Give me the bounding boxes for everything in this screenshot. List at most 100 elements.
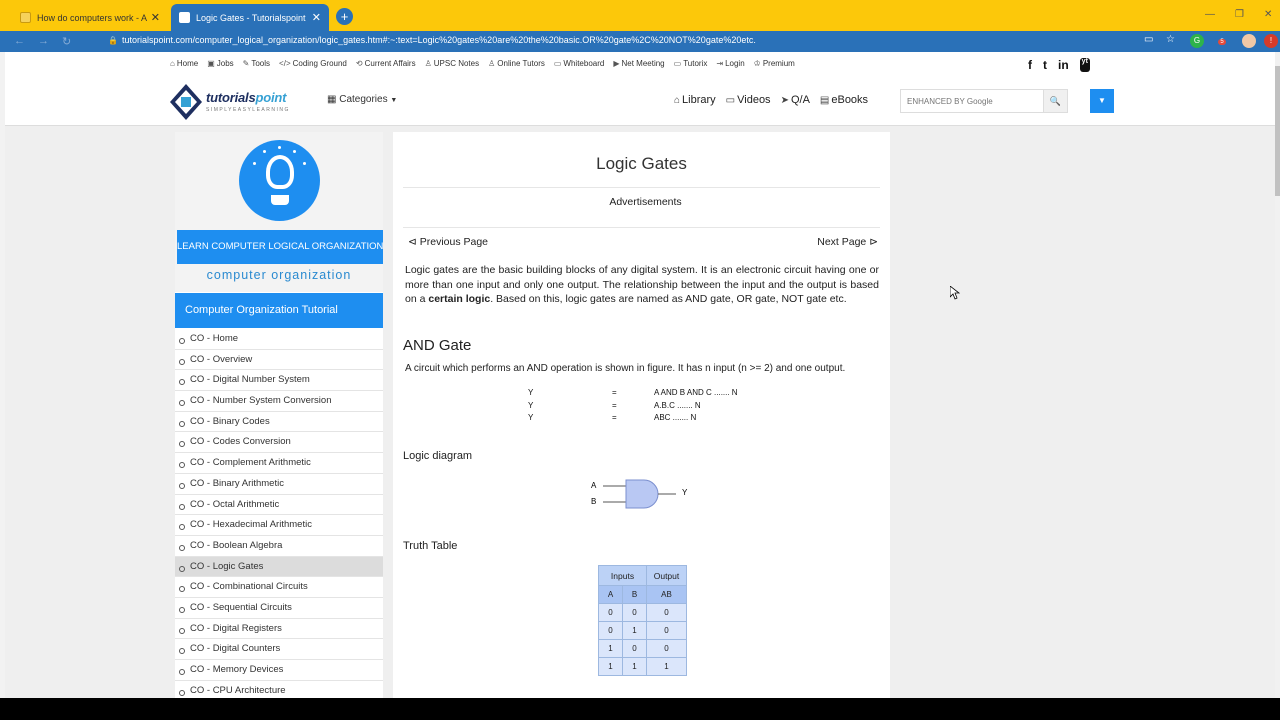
twitter-icon[interactable]: t: [1043, 58, 1047, 72]
social-links: f t in yt: [1028, 58, 1090, 72]
refresh-icon: ⟲: [355, 59, 363, 68]
jobs-link[interactable]: ▣ Jobs: [207, 59, 233, 68]
book-icon: ▤: [819, 95, 830, 106]
table-cell: 0: [646, 639, 687, 658]
search-box: 🔍: [900, 89, 1068, 113]
online-tutors-link[interactable]: ♙ Online Tutors: [488, 59, 545, 68]
videos-link[interactable]: ▭ Videos: [726, 94, 771, 106]
qa-link[interactable]: ➤ Q/A: [781, 94, 810, 106]
sidebar-item[interactable]: CO - Boolean Algebra: [175, 536, 383, 557]
table-row: 100: [598, 639, 687, 658]
sidebar-item[interactable]: CO - Digital Number System: [175, 370, 383, 392]
profile-avatar[interactable]: [1242, 34, 1256, 48]
input-a-label: A: [591, 481, 597, 490]
cast-icon[interactable]: ▭: [1144, 34, 1153, 45]
sidebar-item[interactable]: CO - Number System Conversion: [175, 391, 383, 412]
column-header: A: [598, 585, 623, 604]
grammarly-icon[interactable]: G: [1190, 34, 1204, 48]
logo-text: tutorialspoint: [206, 90, 286, 105]
previous-page-link[interactable]: ⊲ Previous Page: [408, 236, 488, 248]
net-meeting-link[interactable]: ▶ Net Meeting: [613, 59, 664, 68]
and-gate-diagram: A B Y: [586, 474, 696, 514]
sidebar-item[interactable]: CO - Complement Arithmetic: [175, 453, 383, 474]
sidebar-item[interactable]: CO - Octal Arithmetic: [175, 495, 383, 516]
tutorix-link[interactable]: ▭ Tutorix: [674, 59, 708, 68]
dropdown-toggle-button[interactable]: ▼: [1090, 89, 1114, 113]
sidebar-item[interactable]: CO - CPU Architecture: [175, 681, 383, 698]
column-header: AB: [646, 585, 687, 604]
user-icon: ♙: [424, 59, 432, 68]
atom-favicon-icon: [20, 12, 31, 23]
main-menu: ⌂ Library ▭ Videos ➤ Q/A ▤ eBooks: [674, 94, 868, 106]
caret-down-icon: ▼: [1098, 96, 1106, 105]
close-tab-icon[interactable]: ✕: [151, 11, 160, 24]
sidebar-item[interactable]: CO - Codes Conversion: [175, 432, 383, 454]
premium-link[interactable]: ♔ Premium: [754, 59, 795, 68]
categories-dropdown[interactable]: ▦ Categories ▼: [327, 94, 397, 105]
home-link[interactable]: ⌂ Home: [170, 59, 198, 68]
close-tab-icon[interactable]: ✕: [312, 11, 321, 24]
coding-ground-link[interactable]: </> Coding Ground: [279, 59, 347, 68]
current-affairs-link[interactable]: ⟲ Current Affairs: [356, 59, 416, 68]
reload-icon[interactable]: ↻: [62, 35, 71, 48]
tab-title: Logic Gates - Tutorialspoint: [196, 12, 306, 23]
next-page-link[interactable]: Next Page ⊳: [817, 236, 878, 248]
divider: [403, 187, 880, 188]
scrollbar-thumb[interactable]: [1275, 66, 1280, 196]
sidebar-item[interactable]: CO - Sequential Circuits: [175, 598, 383, 619]
ebooks-link[interactable]: ▤ eBooks: [820, 94, 868, 106]
login-link[interactable]: ⇥ Login: [716, 59, 744, 68]
page-scrollbar[interactable]: [1275, 52, 1280, 698]
link-label: Net Meeting: [621, 59, 665, 68]
sidebar-item[interactable]: CO - Hexadecimal Arithmetic: [175, 515, 383, 536]
bookmark-star-icon[interactable]: ☆: [1166, 34, 1175, 45]
output-header: Output: [646, 565, 687, 586]
grid-icon: ▦: [327, 94, 337, 105]
equation-eq: =: [612, 413, 617, 423]
youtube-icon[interactable]: yt: [1079, 58, 1090, 72]
site-logo[interactable]: tutorialspoint SIMPLYEASYLEARNING: [168, 82, 313, 122]
facebook-icon[interactable]: f: [1028, 58, 1032, 72]
table-cell: 1: [622, 657, 647, 676]
search-button[interactable]: 🔍: [1043, 90, 1067, 112]
intro-paragraph: Logic gates are the basic building block…: [405, 263, 879, 307]
sidebar-item[interactable]: CO - Overview: [175, 350, 383, 371]
sidebar-item[interactable]: CO - Digital Counters: [175, 639, 383, 660]
menu-icon[interactable]: !: [1264, 34, 1278, 48]
sidebar-item[interactable]: CO - Binary Arithmetic: [175, 474, 383, 495]
advertisements-label: Advertisements: [609, 196, 682, 208]
login-icon: ⇥: [716, 59, 724, 68]
back-icon[interactable]: ←: [14, 35, 25, 47]
new-tab-button[interactable]: +: [336, 8, 353, 25]
search-input[interactable]: [901, 90, 1042, 112]
sidebar-item[interactable]: CO - Combinational Circuits: [175, 577, 383, 598]
table-cell: 0: [622, 603, 647, 622]
minimize-icon[interactable]: —: [1205, 9, 1215, 20]
equation-eq-column: = = =: [612, 387, 617, 425]
tools-link[interactable]: ✎ Tools: [243, 59, 270, 68]
library-link[interactable]: ⌂ Library: [674, 94, 716, 106]
extension-icon[interactable]: 5: [1215, 34, 1229, 48]
tab-logic-gates[interactable]: Logic Gates - Tutorialspoint ✕: [171, 4, 329, 31]
user-icon: ♙: [488, 59, 496, 68]
sidebar-item[interactable]: CO - Digital Registers: [175, 619, 383, 640]
url-field[interactable]: 🔒 tutorialspoint.com/computer_logical_org…: [108, 35, 756, 45]
sidebar-item[interactable]: CO - Binary Codes: [175, 412, 383, 433]
close-window-icon[interactable]: ✕: [1264, 9, 1272, 20]
link-label: Home: [176, 59, 199, 68]
web-page: ⌂ Home ▣ Jobs ✎ Tools </> Coding Ground ⟲ Cur…: [5, 52, 1275, 698]
upsc-notes-link[interactable]: ♙ UPSC Notes: [425, 59, 480, 68]
linkedin-icon[interactable]: in: [1058, 58, 1069, 72]
page-title: Logic Gates: [596, 154, 687, 173]
sidebar-item[interactable]: CO - Memory Devices: [175, 660, 383, 681]
whiteboard-link[interactable]: ▭ Whiteboard: [554, 59, 604, 68]
sidebar-item[interactable]: CO - Logic Gates: [175, 556, 383, 578]
equation-lhs: Y: [528, 413, 534, 423]
column-header: B: [622, 585, 647, 604]
forward-icon[interactable]: →: [38, 35, 49, 47]
tools-icon: ✎: [242, 59, 250, 68]
table-cell: 1: [598, 657, 623, 676]
sidebar-item[interactable]: CO - Home: [175, 329, 383, 350]
restore-icon[interactable]: ❐: [1235, 9, 1244, 20]
tab-how-computers-work[interactable]: How do computers work - Atom ✕: [12, 4, 168, 31]
